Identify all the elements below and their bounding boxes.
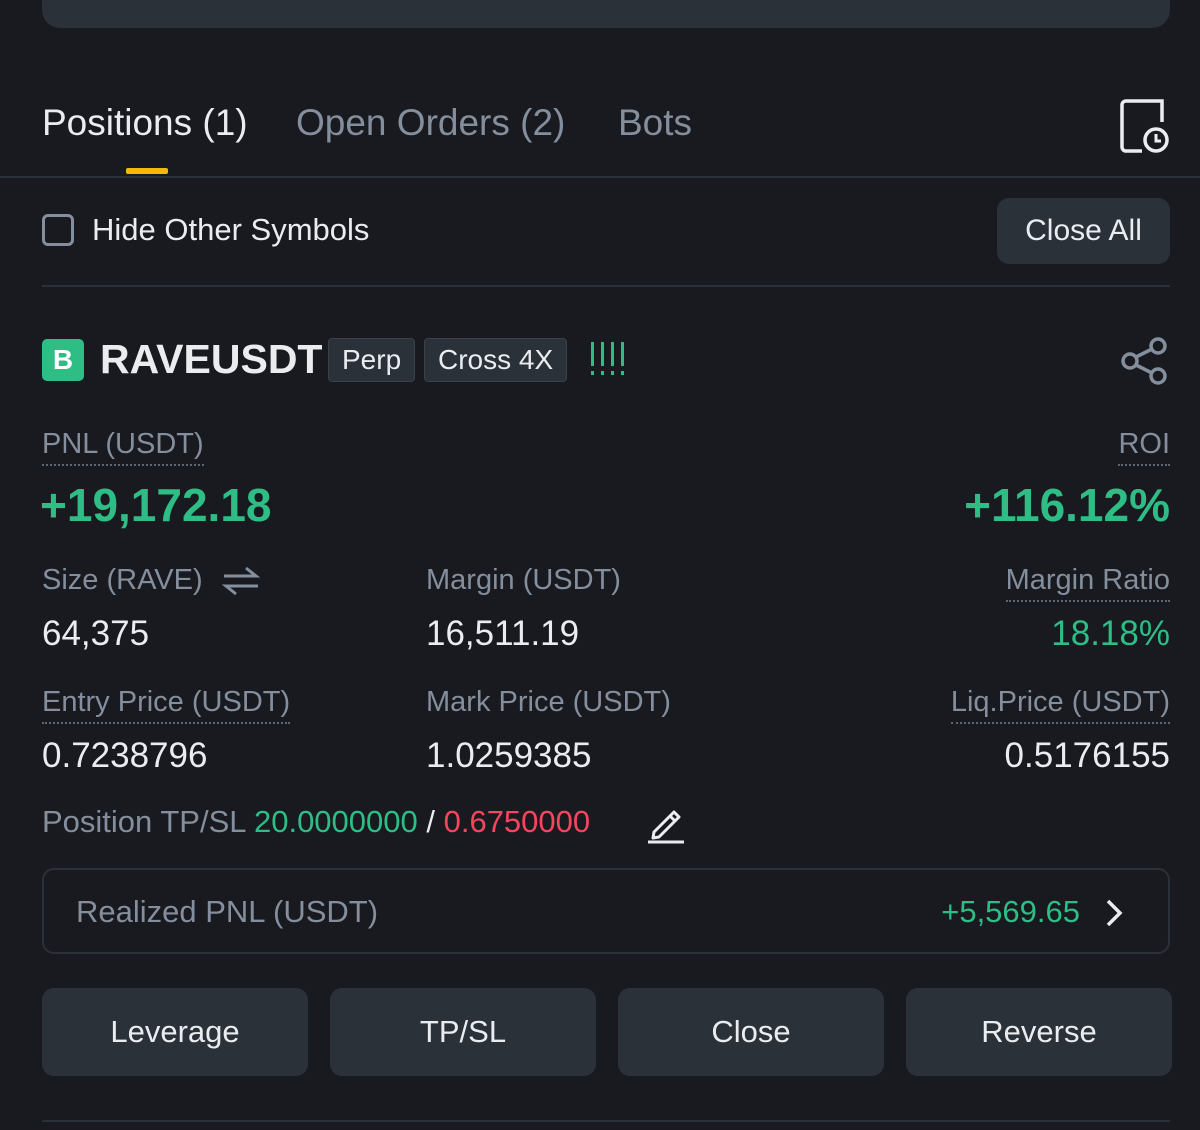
realized-pnl-row[interactable]: Realized PNL (USDT) +5,569.65 bbox=[42, 868, 1170, 954]
liq-price-label[interactable]: Liq.Price (USDT) bbox=[950, 686, 1170, 724]
reverse-button[interactable]: Reverse bbox=[906, 988, 1172, 1076]
tab-bots[interactable]: Bots bbox=[618, 102, 692, 144]
take-profit-value: 20.0000000 bbox=[253, 804, 418, 839]
tpsl-button[interactable]: TP/SL bbox=[330, 988, 596, 1076]
pnl-value: +19,172.18 bbox=[40, 479, 272, 531]
position-tpsl: Position TP/SL 20.0000000 / 0.6750000 bbox=[42, 804, 590, 840]
position-header: B RAVEUSDT Perp Cross 4X bbox=[42, 336, 1170, 386]
size-label-text: Size (RAVE) bbox=[42, 564, 203, 596]
tpsl-separator: / bbox=[417, 804, 444, 839]
filter-row: Hide Other Symbols Close All bbox=[42, 198, 1170, 266]
tab-open-orders[interactable]: Open Orders (2) bbox=[296, 102, 565, 144]
size-label: Size (RAVE) bbox=[42, 564, 203, 597]
mark-price-value: 1.0259385 bbox=[426, 736, 592, 775]
hide-other-symbols-label[interactable]: Hide Other Symbols bbox=[92, 212, 369, 248]
risk-level-bars-icon[interactable] bbox=[590, 342, 626, 376]
symbol-name[interactable]: RAVEUSDT bbox=[100, 336, 322, 383]
tpsl-label: Position TP/SL bbox=[42, 804, 246, 839]
order-history-icon[interactable] bbox=[1118, 98, 1170, 154]
close-all-button[interactable]: Close All bbox=[997, 198, 1170, 264]
size-value: 64,375 bbox=[42, 614, 150, 653]
margin-value: 16,511.19 bbox=[426, 614, 580, 653]
hide-other-symbols-checkbox[interactable] bbox=[42, 214, 74, 246]
pnl-label[interactable]: PNL (USDT) bbox=[42, 428, 204, 466]
share-icon[interactable] bbox=[1120, 336, 1170, 386]
stop-loss-value: 0.6750000 bbox=[443, 804, 591, 839]
leverage-button[interactable]: Leverage bbox=[42, 988, 308, 1076]
position-tabs: Positions (1) Open Orders (2) Bots bbox=[0, 92, 1200, 178]
margin-ratio-value: 18.18% bbox=[1051, 614, 1170, 653]
side-badge: B bbox=[42, 339, 84, 381]
divider bbox=[42, 285, 1170, 287]
pencil-edit-icon[interactable] bbox=[646, 804, 686, 844]
tab-positions[interactable]: Positions (1) bbox=[42, 102, 248, 144]
entry-price-label[interactable]: Entry Price (USDT) bbox=[42, 686, 291, 724]
margin-mode-tag[interactable]: Cross 4X bbox=[424, 338, 568, 382]
margin-label: Margin (USDT) bbox=[426, 564, 621, 596]
realized-pnl-value: +5,569.65 bbox=[941, 894, 1080, 929]
roi-value: +116.12% bbox=[964, 479, 1170, 531]
chevron-right-icon bbox=[1106, 899, 1123, 927]
mark-price-label: Mark Price (USDT) bbox=[426, 686, 671, 718]
contract-type-tag: Perp bbox=[328, 338, 416, 382]
active-tab-indicator bbox=[126, 168, 168, 174]
margin-ratio-label[interactable]: Margin Ratio bbox=[1005, 564, 1170, 602]
top-card bbox=[42, 0, 1170, 28]
position-actions: Leverage TP/SL Close Reverse bbox=[42, 988, 1172, 1078]
realized-pnl-label: Realized PNL (USDT) bbox=[76, 894, 379, 929]
swap-arrows-icon[interactable] bbox=[222, 566, 260, 596]
bottom-divider bbox=[42, 1120, 1170, 1122]
liq-price-value: 0.5176155 bbox=[1004, 736, 1170, 775]
entry-price-value: 0.7238796 bbox=[42, 736, 208, 775]
close-position-button[interactable]: Close bbox=[618, 988, 884, 1076]
roi-label[interactable]: ROI bbox=[1118, 428, 1170, 466]
